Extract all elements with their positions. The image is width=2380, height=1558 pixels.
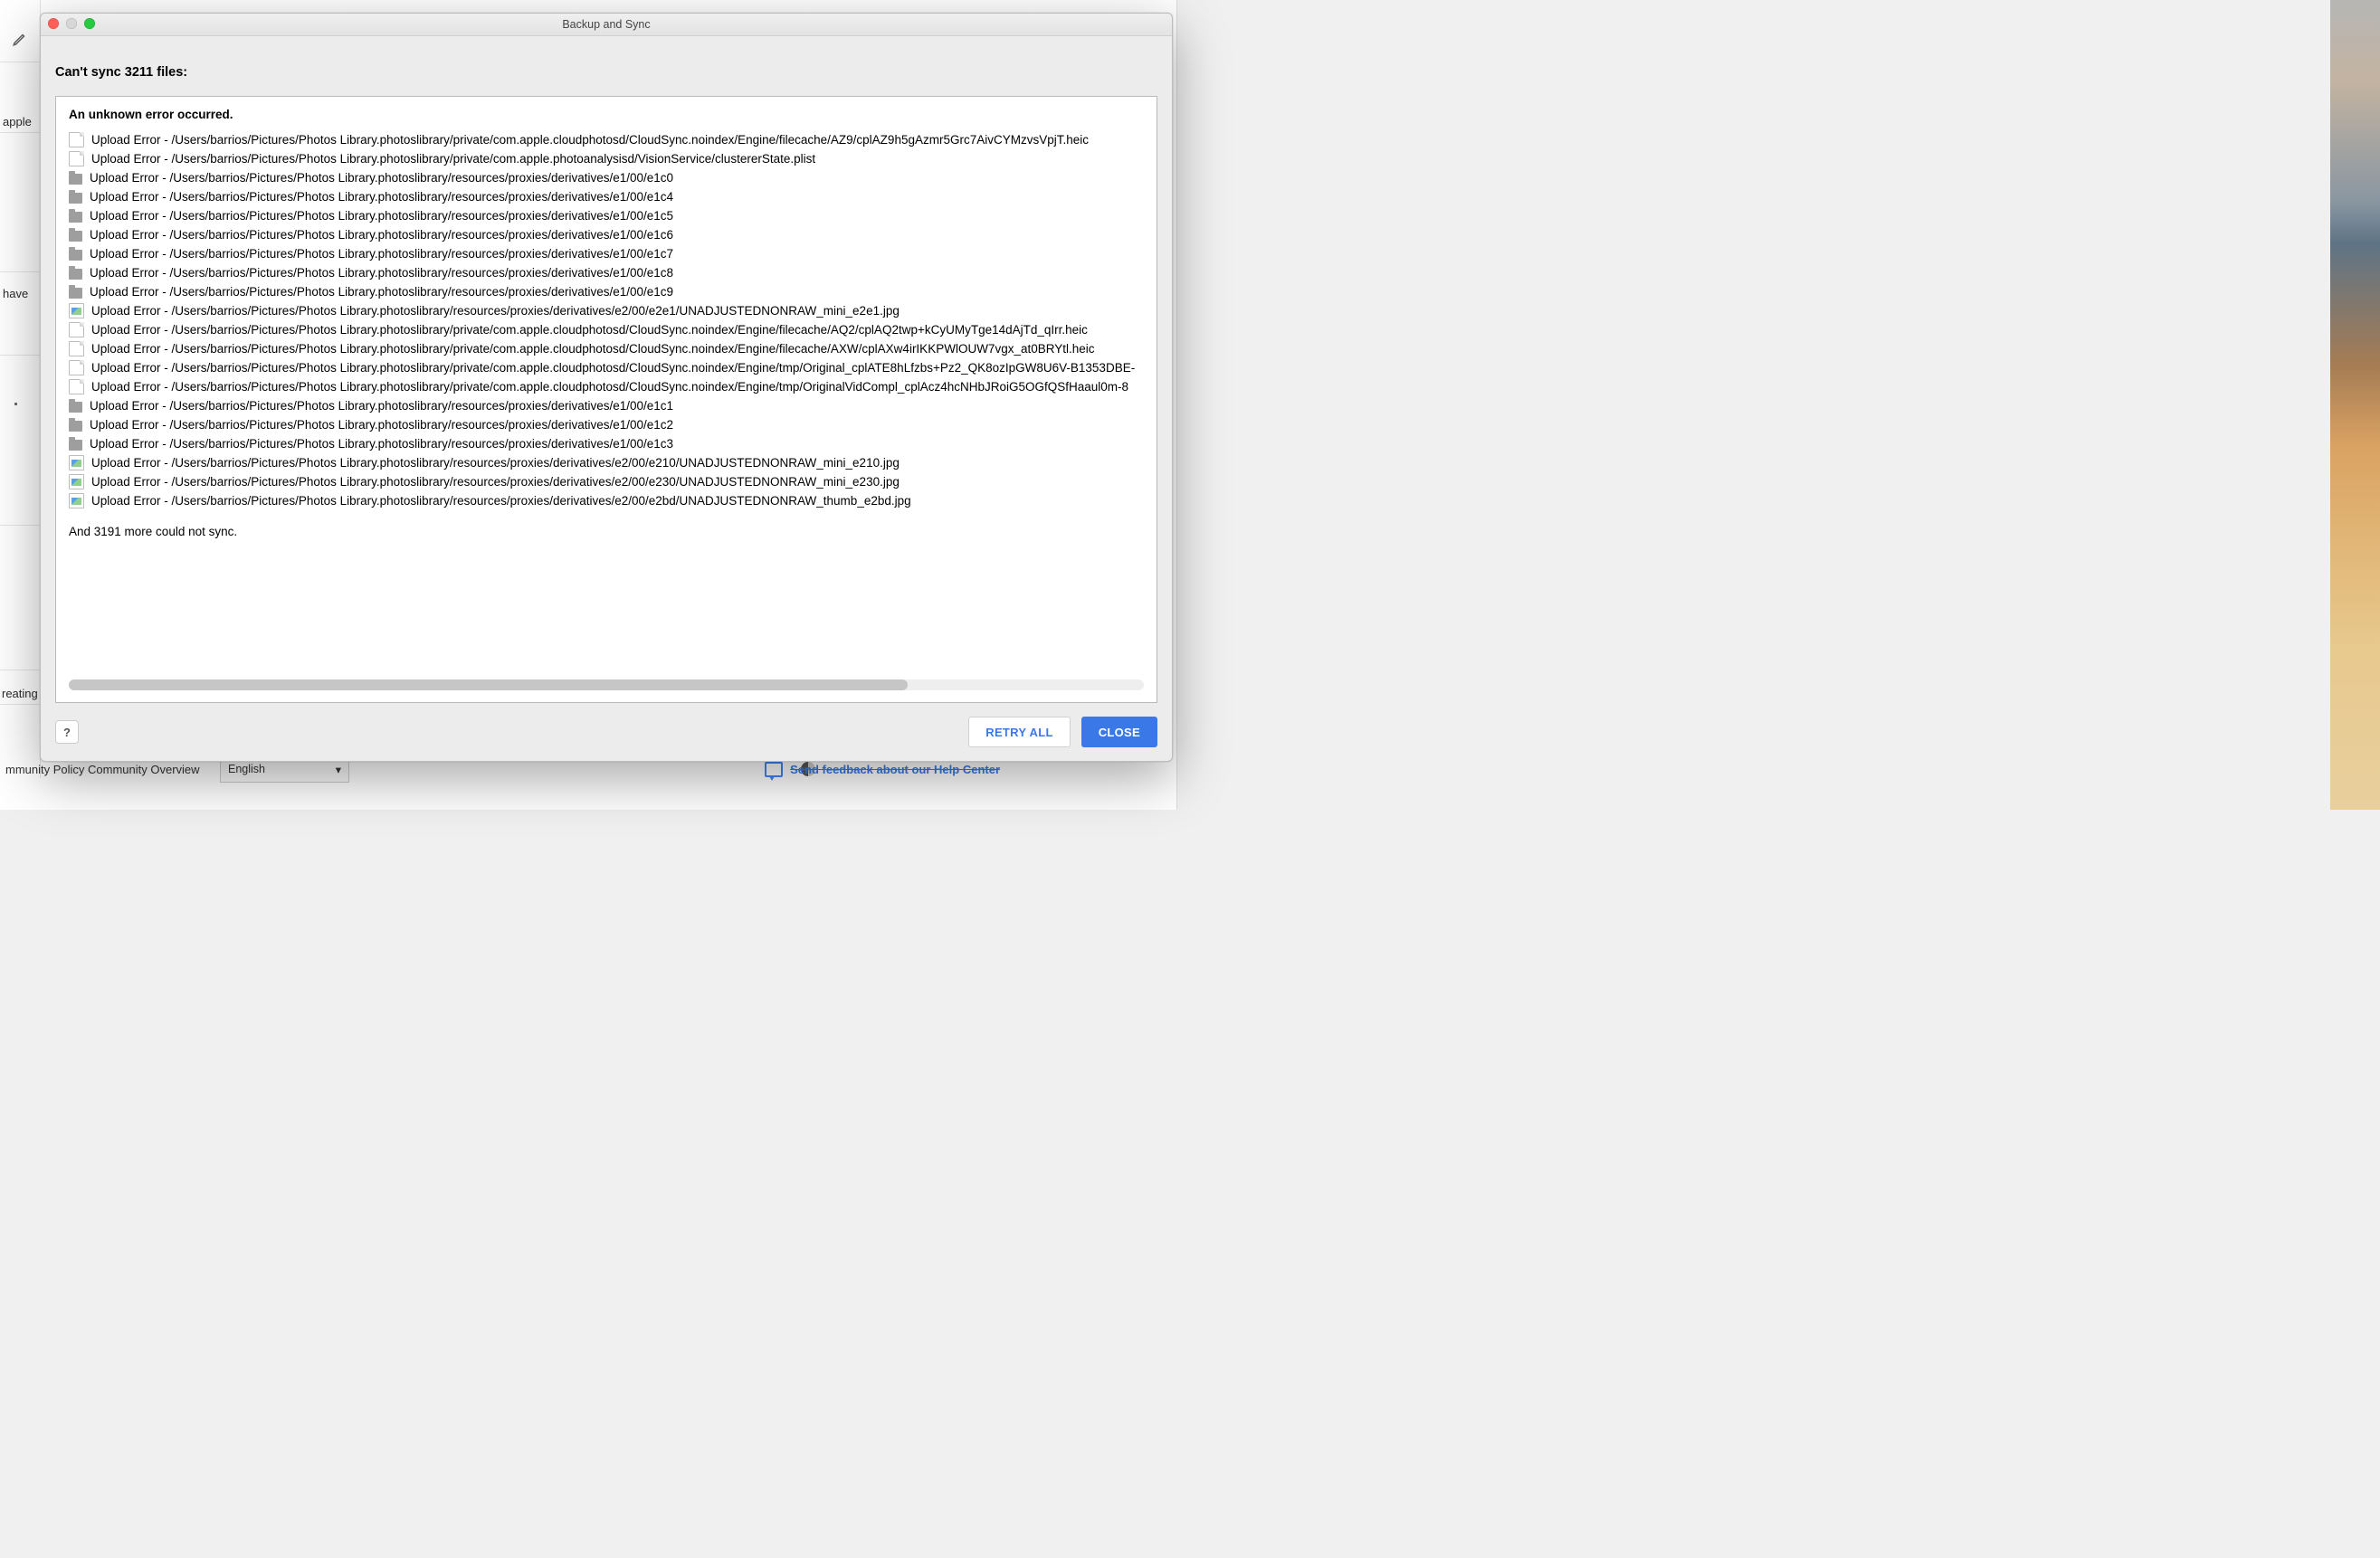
window-title: Backup and Sync — [562, 18, 650, 31]
error-row[interactable]: Upload Error - /Users/barrios/Pictures/P… — [69, 491, 1144, 510]
horizontal-scrollbar-thumb[interactable] — [69, 679, 908, 690]
help-button[interactable]: ? — [55, 720, 79, 744]
error-row[interactable]: Upload Error - /Users/barrios/Pictures/P… — [69, 358, 1144, 377]
error-row[interactable]: Upload Error - /Users/barrios/Pictures/P… — [69, 263, 1144, 282]
file-icon — [69, 151, 84, 166]
folder-icon — [69, 288, 82, 299]
file-icon — [69, 322, 84, 337]
folder-icon — [69, 269, 82, 280]
language-value: English — [228, 763, 265, 775]
close-button[interactable]: CLOSE — [1081, 717, 1157, 747]
error-row[interactable]: Upload Error - /Users/barrios/Pictures/P… — [69, 301, 1144, 320]
error-text: Upload Error - /Users/barrios/Pictures/P… — [90, 225, 673, 244]
pencil-icon — [12, 31, 28, 50]
error-row[interactable]: Upload Error - /Users/barrios/Pictures/P… — [69, 149, 1144, 168]
image-icon — [69, 474, 84, 489]
error-text: Upload Error - /Users/barrios/Pictures/P… — [91, 491, 911, 510]
feedback-icon — [765, 762, 783, 777]
error-text: Upload Error - /Users/barrios/Pictures/P… — [90, 434, 673, 453]
error-text: Upload Error - /Users/barrios/Pictures/P… — [91, 149, 815, 168]
bg-text-apple: apple — [3, 115, 32, 128]
error-text: Upload Error - /Users/barrios/Pictures/P… — [90, 168, 673, 187]
folder-icon — [69, 231, 82, 242]
more-errors-message: And 3191 more could not sync. — [69, 525, 1144, 538]
error-text: Upload Error - /Users/barrios/Pictures/P… — [91, 472, 900, 491]
file-icon — [69, 341, 84, 356]
help-icon: ? — [63, 726, 71, 739]
error-row[interactable]: Upload Error - /Users/barrios/Pictures/P… — [69, 282, 1144, 301]
window-close-button[interactable] — [48, 18, 59, 29]
window-minimize-button — [66, 18, 77, 29]
error-text: Upload Error - /Users/barrios/Pictures/P… — [91, 339, 1095, 358]
error-row[interactable]: Upload Error - /Users/barrios/Pictures/P… — [69, 244, 1144, 263]
error-row[interactable]: Upload Error - /Users/barrios/Pictures/P… — [69, 320, 1144, 339]
dialog-footer: ? RETRY ALL CLOSE — [41, 710, 1172, 761]
file-icon — [69, 379, 84, 394]
sync-error-dialog: Backup and Sync Can't sync 3211 files: A… — [40, 13, 1173, 762]
error-text: Upload Error - /Users/barrios/Pictures/P… — [91, 320, 1088, 339]
error-text: Upload Error - /Users/barrios/Pictures/P… — [90, 263, 673, 282]
window-traffic-lights — [48, 18, 95, 29]
close-label: CLOSE — [1099, 726, 1140, 739]
error-row[interactable]: Upload Error - /Users/barrios/Pictures/P… — [69, 377, 1144, 396]
error-text: Upload Error - /Users/barrios/Pictures/P… — [90, 282, 673, 301]
footer-links-fragment: mmunity Policy Community Overview — [5, 763, 200, 776]
error-text: Upload Error - /Users/barrios/Pictures/P… — [90, 415, 673, 434]
bg-text-have: have — [3, 287, 28, 300]
error-row[interactable]: Upload Error - /Users/barrios/Pictures/P… — [69, 225, 1144, 244]
window-zoom-button[interactable] — [84, 18, 95, 29]
error-row[interactable]: Upload Error - /Users/barrios/Pictures/P… — [69, 415, 1144, 434]
folder-icon — [69, 440, 82, 451]
error-text: Upload Error - /Users/barrios/Pictures/P… — [90, 244, 673, 263]
folder-icon — [69, 250, 82, 261]
error-list: Upload Error - /Users/barrios/Pictures/P… — [69, 130, 1144, 510]
file-icon — [69, 360, 84, 375]
error-text: Upload Error - /Users/barrios/Pictures/P… — [91, 130, 1089, 149]
sync-error-summary: Can't sync 3211 files: — [55, 65, 1157, 80]
error-row[interactable]: Upload Error - /Users/barrios/Pictures/P… — [69, 206, 1144, 225]
error-list-panel[interactable]: An unknown error occurred. Upload Error … — [55, 96, 1157, 703]
retry-all-button[interactable]: RETRY ALL — [968, 717, 1070, 747]
retry-all-label: RETRY ALL — [985, 726, 1052, 739]
error-text: Upload Error - /Users/barrios/Pictures/P… — [91, 358, 1135, 377]
error-heading: An unknown error occurred. — [69, 108, 1144, 121]
send-feedback-link[interactable]: Send feedback about our Help Center — [765, 762, 1000, 777]
error-row[interactable]: Upload Error - /Users/barrios/Pictures/P… — [69, 434, 1144, 453]
error-text: Upload Error - /Users/barrios/Pictures/P… — [91, 301, 900, 320]
error-text: Upload Error - /Users/barrios/Pictures/P… — [91, 453, 900, 472]
error-row[interactable]: Upload Error - /Users/barrios/Pictures/P… — [69, 453, 1144, 472]
horizontal-scrollbar[interactable] — [69, 679, 1144, 690]
error-text: Upload Error - /Users/barrios/Pictures/P… — [90, 187, 673, 206]
error-row[interactable]: Upload Error - /Users/barrios/Pictures/P… — [69, 130, 1144, 149]
file-icon — [69, 132, 84, 147]
folder-icon — [69, 402, 82, 413]
error-row[interactable]: Upload Error - /Users/barrios/Pictures/P… — [69, 187, 1144, 206]
error-row[interactable]: Upload Error - /Users/barrios/Pictures/P… — [69, 168, 1144, 187]
folder-icon — [69, 212, 82, 223]
bg-text-creating: reating — [2, 687, 38, 700]
error-row[interactable]: Upload Error - /Users/barrios/Pictures/P… — [69, 339, 1144, 358]
image-icon — [69, 455, 84, 470]
folder-icon — [69, 174, 82, 185]
error-text: Upload Error - /Users/barrios/Pictures/P… — [90, 206, 673, 225]
image-icon — [69, 303, 84, 318]
folder-icon — [69, 193, 82, 204]
error-row[interactable]: Upload Error - /Users/barrios/Pictures/P… — [69, 472, 1144, 491]
window-titlebar[interactable]: Backup and Sync — [41, 14, 1172, 36]
image-icon — [69, 493, 84, 508]
folder-icon — [69, 421, 82, 432]
error-text: Upload Error - /Users/barrios/Pictures/P… — [90, 396, 673, 415]
feedback-text: Send feedback about our Help Center — [790, 763, 1000, 776]
desktop-wallpaper — [2330, 0, 2380, 810]
error-row[interactable]: Upload Error - /Users/barrios/Pictures/P… — [69, 396, 1144, 415]
chevron-down-icon: ▾ — [336, 763, 341, 776]
error-text: Upload Error - /Users/barrios/Pictures/P… — [91, 377, 1128, 396]
